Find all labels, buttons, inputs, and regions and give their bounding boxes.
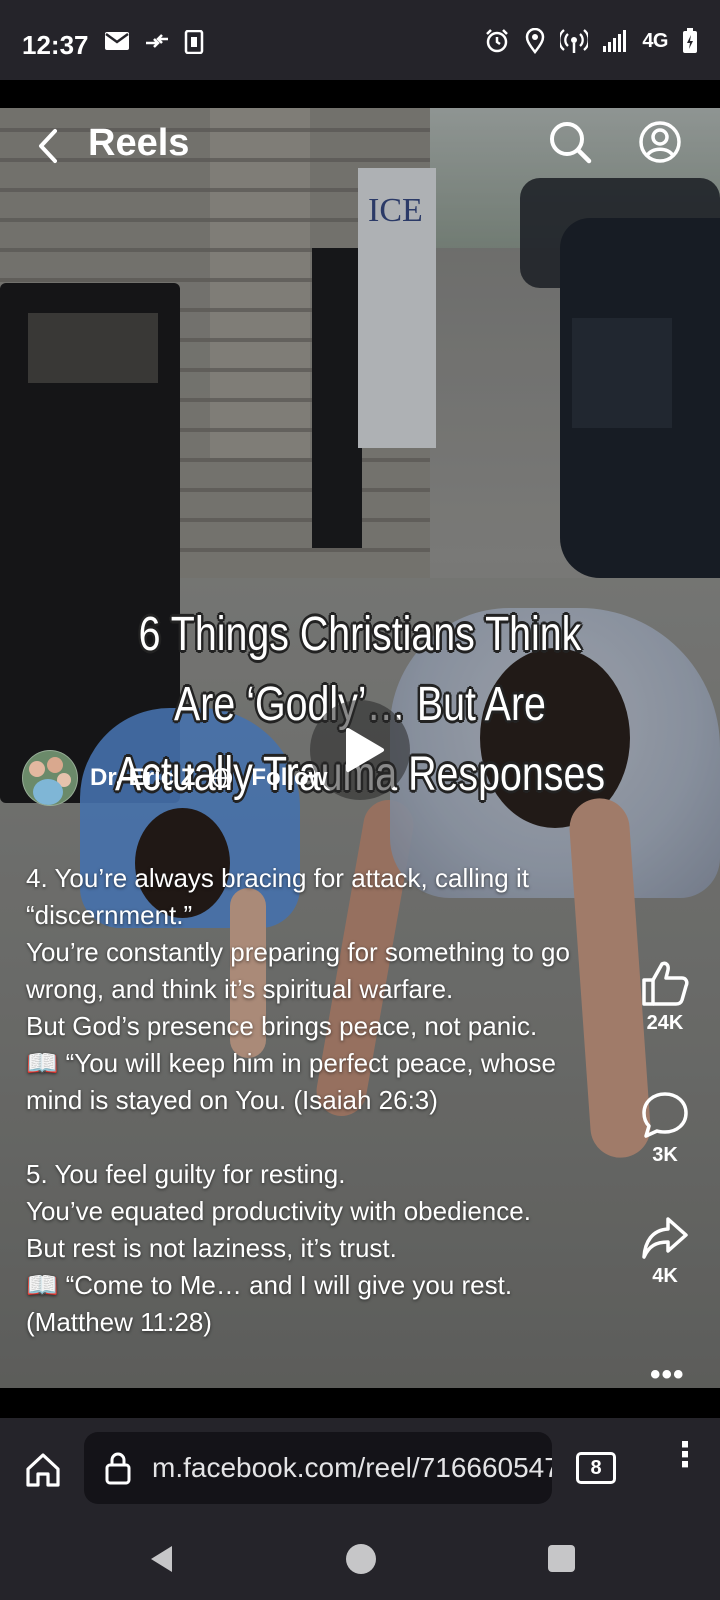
like-count: 24K xyxy=(646,1012,684,1034)
caption-line: 📖 “You will keep him in perfect peace, w… xyxy=(26,1048,557,1115)
caption-line: 📖 “Come to Me… and I will give you rest.… xyxy=(26,1270,513,1337)
reels-header: Reels xyxy=(0,108,720,188)
tab-switcher-button[interactable]: 8 xyxy=(576,1452,616,1484)
back-arrow-icon[interactable] xyxy=(36,127,60,165)
reel-caption[interactable]: 4. You’re always bracing for attack, cal… xyxy=(26,860,606,1341)
status-bar: 12:37 4G xyxy=(0,0,720,80)
more-options-icon[interactable]: ••• xyxy=(650,1358,685,1392)
battery-icon xyxy=(683,28,697,53)
share-count: 4K xyxy=(652,1265,678,1287)
caption-line: You’ve equated productivity with obedien… xyxy=(26,1196,531,1226)
follow-button[interactable]: Follow xyxy=(251,764,327,792)
comment-count: 3K xyxy=(652,1144,678,1166)
browser-menu-icon[interactable]: ⋮ xyxy=(668,1438,702,1472)
signal-icon xyxy=(603,30,627,52)
sim-icon xyxy=(184,30,204,54)
mail-icon xyxy=(105,32,129,50)
globe-icon xyxy=(212,768,233,788)
search-icon[interactable] xyxy=(548,120,592,164)
author-name[interactable]: Dr. Eric Z xyxy=(90,764,195,792)
caption-line: But God’s presence brings peace, not pan… xyxy=(26,1011,538,1041)
thumbs-up-icon xyxy=(642,961,689,1006)
comment-icon xyxy=(642,1092,688,1138)
like-button[interactable]: 24K xyxy=(630,958,700,1035)
page-title: Reels xyxy=(88,122,190,164)
letterbox-bottom xyxy=(0,1388,720,1418)
status-left-icons xyxy=(104,30,204,54)
caption-line: But rest is not laziness, it’s trust. xyxy=(26,1233,397,1263)
letterbox-top xyxy=(0,80,720,108)
network-type: 4G xyxy=(642,29,668,52)
nav-recents-icon[interactable] xyxy=(548,1545,575,1572)
home-icon[interactable] xyxy=(24,1452,62,1488)
nav-home-icon[interactable] xyxy=(346,1544,376,1574)
play-icon xyxy=(346,728,384,772)
address-bar[interactable]: m.facebook.com/reel/7166605479 xyxy=(84,1432,552,1504)
share-button[interactable]: 4K xyxy=(630,1215,700,1288)
location-icon xyxy=(526,28,545,54)
nav-back-icon[interactable] xyxy=(148,1544,174,1574)
lock-icon xyxy=(105,1452,131,1485)
hotspot-icon xyxy=(560,29,589,53)
comment-button[interactable]: 3K xyxy=(630,1090,700,1167)
status-time: 12:37 xyxy=(22,30,89,60)
profile-icon[interactable] xyxy=(638,120,682,164)
caption-line: You’re constantly preparing for somethin… xyxy=(26,937,570,1004)
alarm-icon xyxy=(486,29,509,53)
url-text: m.facebook.com/reel/7166605479 xyxy=(152,1452,552,1483)
status-right-icons: 4G xyxy=(484,28,698,54)
share-arrow-icon xyxy=(642,1217,688,1259)
avatar[interactable] xyxy=(22,750,78,806)
author-row: Dr. Eric Z Follow xyxy=(22,750,327,806)
caption-line: 4. You’re always bracing for attack, cal… xyxy=(26,863,529,930)
data-transfer-icon xyxy=(146,34,168,48)
caption-line: 5. You feel guilty for resting. xyxy=(26,1159,346,1189)
